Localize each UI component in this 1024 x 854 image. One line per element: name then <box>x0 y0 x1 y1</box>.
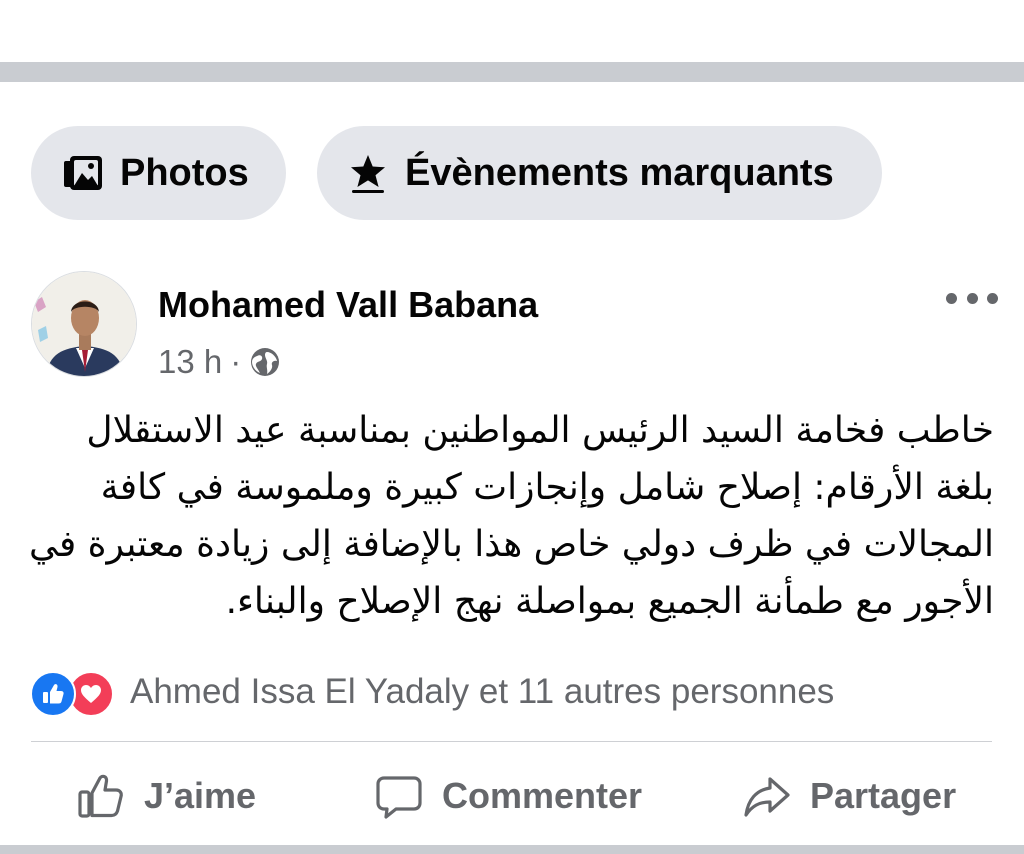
star-icon <box>347 152 389 194</box>
photos-icon <box>62 152 104 194</box>
globe-icon[interactable] <box>249 346 281 378</box>
comment-button[interactable]: Commenter <box>374 768 642 824</box>
highlights-filter-label: Évènements marquants <box>405 151 834 194</box>
comment-icon <box>374 771 424 821</box>
like-button[interactable]: J’aime <box>76 768 256 824</box>
reactions-summary[interactable]: Ahmed Issa El Yadaly et 11 autres person… <box>30 668 834 717</box>
like-reaction-icon <box>30 671 76 717</box>
author-avatar[interactable] <box>31 271 137 377</box>
section-separator-bottom <box>0 845 1024 854</box>
post-text: خاطب فخامة السيد الرئيس المواطنين بمناسب… <box>28 410 994 622</box>
photos-filter-button[interactable]: Photos <box>31 126 286 220</box>
more-options-icon[interactable] <box>946 284 998 312</box>
share-icon <box>742 771 792 821</box>
highlights-filter-button[interactable]: Évènements marquants <box>317 126 882 220</box>
comment-label: Commenter <box>442 775 643 816</box>
post-timestamp[interactable]: 13 h <box>158 343 222 381</box>
reaction-icons <box>30 669 118 717</box>
facebook-profile-feed: Photos Évènements marquants Mohamed Vall… <box>0 0 1024 854</box>
actions-divider <box>31 741 992 742</box>
like-label: J’aime <box>144 775 257 816</box>
post-meta: 13 h · <box>158 342 281 382</box>
meta-separator: · <box>230 343 242 380</box>
photos-filter-label: Photos <box>120 151 249 194</box>
thumbs-up-icon <box>76 771 126 821</box>
share-label: Partager <box>810 775 957 816</box>
share-button[interactable]: Partager <box>742 768 956 824</box>
post-author-name[interactable]: Mohamed Vall Babana <box>158 284 538 326</box>
section-separator <box>0 62 1024 82</box>
reactions-names[interactable]: Ahmed Issa El Yadaly et 11 autres person… <box>130 672 834 712</box>
